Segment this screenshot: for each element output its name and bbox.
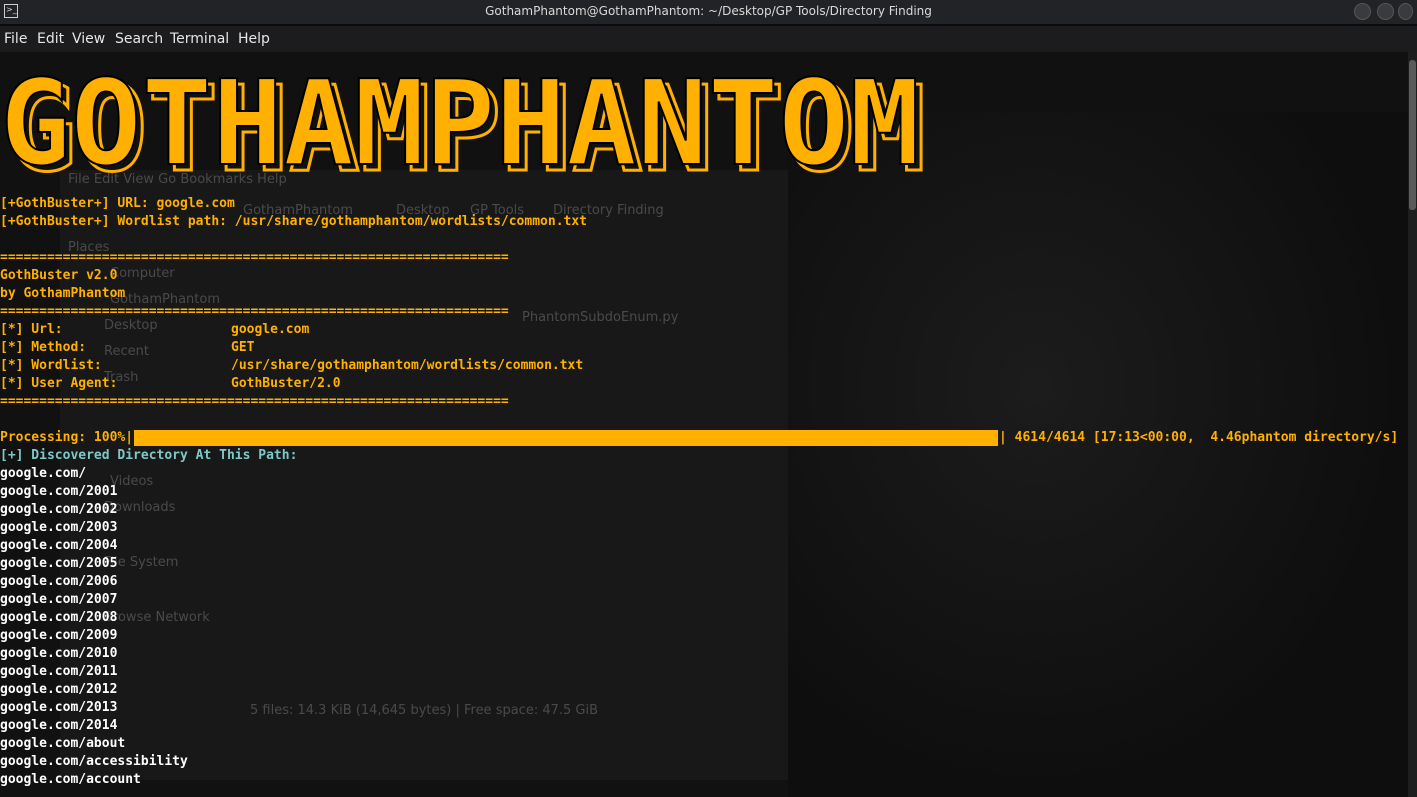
close-button[interactable] xyxy=(1398,3,1413,20)
menu-bar: File Edit View Search Terminal Help xyxy=(0,26,1417,52)
discovered-path: google.com/2001 xyxy=(0,484,118,499)
gothamphantom-banner: GOTHAMPHANTOM GOTHAMPHANTOM xyxy=(0,68,928,183)
discovered-path: google.com/2004 xyxy=(0,538,118,553)
terminal-output[interactable]: File Edit View Go Bookmarks Help GothamP… xyxy=(0,52,1408,797)
discovered-path: google.com/2005 xyxy=(0,556,118,571)
discovered-path: google.com/about xyxy=(0,736,126,751)
desktop-wallpaper xyxy=(788,112,1408,797)
config-key-wordlist: [*] Wordlist: xyxy=(0,358,102,373)
menu-terminal[interactable]: Terminal xyxy=(170,31,229,47)
terminal-scrollbar[interactable] xyxy=(1408,52,1417,797)
bg-file-name: PhantomSubdoEnum.py xyxy=(522,310,679,325)
discovered-path: google.com/2008 xyxy=(0,610,118,625)
discovered-path: google.com/2006 xyxy=(0,574,118,589)
menu-edit[interactable]: Edit xyxy=(37,31,64,47)
discovered-path: google.com/2002 xyxy=(0,502,118,517)
discovered-path: google.com/2011 xyxy=(0,664,118,679)
discovered-path: google.com/2003 xyxy=(0,520,118,535)
progress-label: Processing: 100%| xyxy=(0,430,134,445)
menu-search[interactable]: Search xyxy=(115,31,163,47)
discovered-path: google.com/2009 xyxy=(0,628,118,643)
config-value-method: GET xyxy=(231,340,255,355)
bg-place-computer: Computer xyxy=(110,266,175,281)
config-key-method: [*] Method: xyxy=(0,340,87,355)
menu-help[interactable]: Help xyxy=(238,31,270,47)
discovered-path: google.com/accessibility xyxy=(0,754,188,769)
separator: ========================================… xyxy=(0,394,509,409)
discovered-path: google.com/account xyxy=(0,772,141,787)
menu-file[interactable]: File xyxy=(4,31,27,47)
url-line: [+GothBuster+] URL: google.com xyxy=(0,196,235,211)
progress-stats: | 4614/4614 [17:13<00:00, 4.46phantom di… xyxy=(999,430,1399,445)
discovered-path: google.com/2010 xyxy=(0,646,118,661)
discovered-header: [+] Discovered Directory At This Path: xyxy=(0,448,298,463)
discovered-path: google.com/2013 xyxy=(0,700,118,715)
separator: ========================================… xyxy=(0,250,509,265)
banner-text: GOTHAMPHANTOM xyxy=(0,68,920,183)
progress-bar xyxy=(134,430,998,446)
config-value-wordlist: /usr/share/gothamphantom/wordlists/commo… xyxy=(231,358,584,373)
tool-author: by GothamPhantom xyxy=(0,286,126,301)
discovered-path: google.com/ xyxy=(0,466,87,481)
wordlist-line: [+GothBuster+] Wordlist path: /usr/share… xyxy=(0,214,587,229)
separator: ========================================… xyxy=(0,304,509,319)
config-value-user-agent: GothBuster/2.0 xyxy=(231,376,341,391)
discovered-path: google.com/2012 xyxy=(0,682,118,697)
maximize-button[interactable] xyxy=(1377,3,1394,20)
window-title-bar: >_ GothamPhantom@GothamPhantom: ~/Deskto… xyxy=(0,0,1417,24)
menu-view[interactable]: View xyxy=(72,31,105,47)
bg-place-recent: Recent xyxy=(104,344,149,359)
bg-status-bar: 5 files: 14.3 KiB (14,645 bytes) | Free … xyxy=(250,703,599,718)
discovered-path: google.com/2007 xyxy=(0,592,118,607)
window-title: GothamPhantom@GothamPhantom: ~/Desktop/G… xyxy=(485,4,932,18)
minimize-button[interactable] xyxy=(1354,3,1371,20)
discovered-path: google.com/2014 xyxy=(0,718,118,733)
bg-place-network: Browse Network xyxy=(104,610,210,625)
config-key-user-agent: [*] User Agent: xyxy=(0,376,118,391)
tool-name: GothBuster v2.0 xyxy=(0,268,118,283)
config-key-url: [*] Url: xyxy=(0,322,63,337)
scrollbar-thumb[interactable] xyxy=(1409,60,1416,210)
config-value-url: google.com xyxy=(231,322,310,337)
